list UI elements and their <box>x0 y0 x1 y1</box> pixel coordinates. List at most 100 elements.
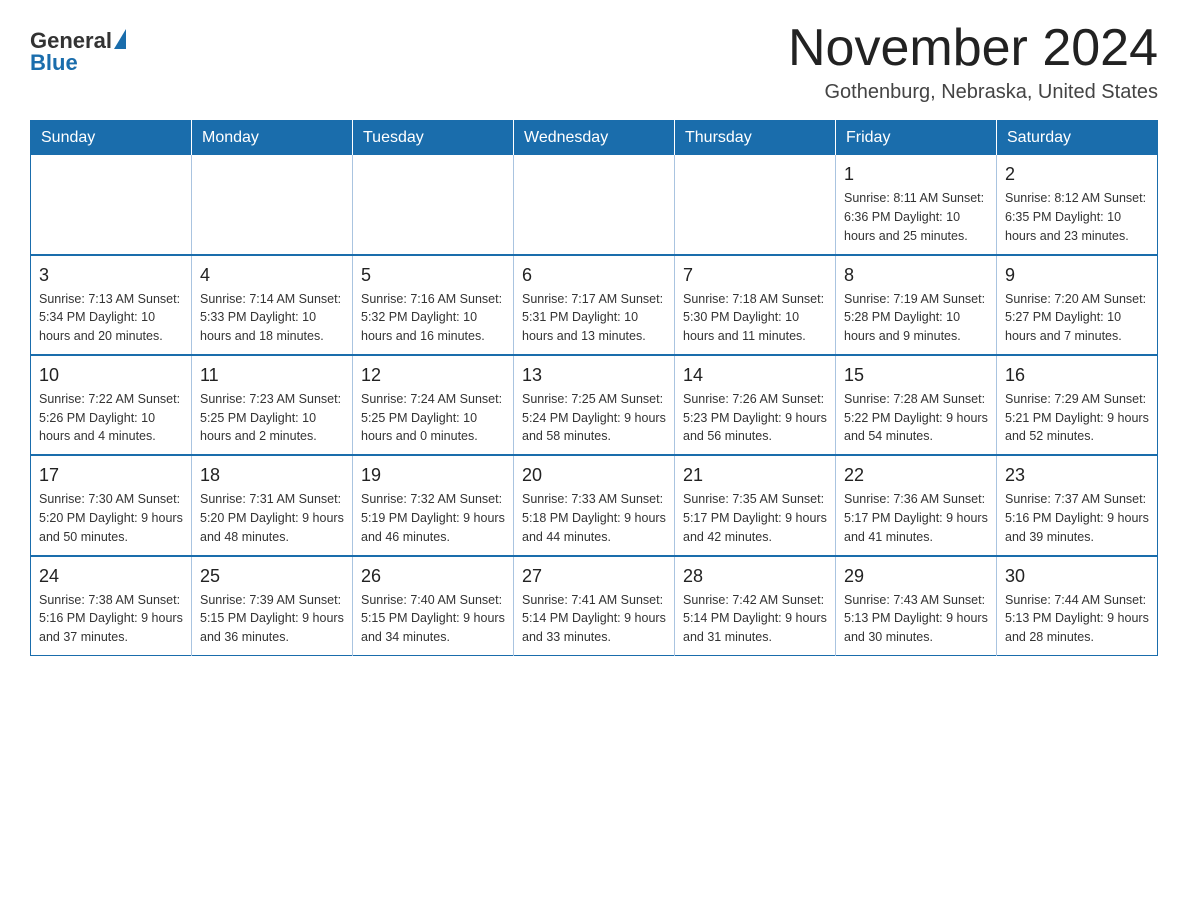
day-number: 7 <box>683 262 827 288</box>
day-info: Sunrise: 7:40 AM Sunset: 5:15 PM Dayligh… <box>361 591 505 647</box>
calendar-table: SundayMondayTuesdayWednesdayThursdayFrid… <box>30 120 1158 656</box>
day-info: Sunrise: 7:22 AM Sunset: 5:26 PM Dayligh… <box>39 390 183 446</box>
calendar-header-sunday: Sunday <box>31 121 192 156</box>
day-number: 2 <box>1005 161 1149 187</box>
day-info: Sunrise: 7:33 AM Sunset: 5:18 PM Dayligh… <box>522 490 666 546</box>
day-number: 30 <box>1005 563 1149 589</box>
calendar-week-row: 10Sunrise: 7:22 AM Sunset: 5:26 PM Dayli… <box>31 355 1158 455</box>
day-number: 23 <box>1005 462 1149 488</box>
day-info: Sunrise: 7:35 AM Sunset: 5:17 PM Dayligh… <box>683 490 827 546</box>
calendar-cell: 30Sunrise: 7:44 AM Sunset: 5:13 PM Dayli… <box>997 556 1158 656</box>
day-number: 24 <box>39 563 183 589</box>
day-info: Sunrise: 7:36 AM Sunset: 5:17 PM Dayligh… <box>844 490 988 546</box>
calendar-cell <box>514 155 675 254</box>
day-number: 11 <box>200 362 344 388</box>
calendar-cell: 3Sunrise: 7:13 AM Sunset: 5:34 PM Daylig… <box>31 255 192 355</box>
calendar-cell: 15Sunrise: 7:28 AM Sunset: 5:22 PM Dayli… <box>836 355 997 455</box>
calendar-cell <box>31 155 192 254</box>
calendar-cell: 13Sunrise: 7:25 AM Sunset: 5:24 PM Dayli… <box>514 355 675 455</box>
day-info: Sunrise: 7:31 AM Sunset: 5:20 PM Dayligh… <box>200 490 344 546</box>
day-info: Sunrise: 8:12 AM Sunset: 6:35 PM Dayligh… <box>1005 189 1149 245</box>
calendar-cell: 4Sunrise: 7:14 AM Sunset: 5:33 PM Daylig… <box>192 255 353 355</box>
page-header: General Blue November 2024 Gothenburg, N… <box>30 20 1158 104</box>
day-number: 13 <box>522 362 666 388</box>
day-number: 25 <box>200 563 344 589</box>
calendar-header-friday: Friday <box>836 121 997 156</box>
day-number: 12 <box>361 362 505 388</box>
day-number: 8 <box>844 262 988 288</box>
logo: General Blue <box>30 20 126 76</box>
day-info: Sunrise: 7:29 AM Sunset: 5:21 PM Dayligh… <box>1005 390 1149 446</box>
day-info: Sunrise: 7:19 AM Sunset: 5:28 PM Dayligh… <box>844 290 988 346</box>
day-info: Sunrise: 7:37 AM Sunset: 5:16 PM Dayligh… <box>1005 490 1149 546</box>
calendar-header-saturday: Saturday <box>997 121 1158 156</box>
calendar-cell: 11Sunrise: 7:23 AM Sunset: 5:25 PM Dayli… <box>192 355 353 455</box>
calendar-week-row: 1Sunrise: 8:11 AM Sunset: 6:36 PM Daylig… <box>31 155 1158 254</box>
day-number: 5 <box>361 262 505 288</box>
calendar-week-row: 24Sunrise: 7:38 AM Sunset: 5:16 PM Dayli… <box>31 556 1158 656</box>
day-number: 18 <box>200 462 344 488</box>
calendar-cell: 26Sunrise: 7:40 AM Sunset: 5:15 PM Dayli… <box>353 556 514 656</box>
calendar-cell: 16Sunrise: 7:29 AM Sunset: 5:21 PM Dayli… <box>997 355 1158 455</box>
day-number: 22 <box>844 462 988 488</box>
day-info: Sunrise: 7:44 AM Sunset: 5:13 PM Dayligh… <box>1005 591 1149 647</box>
calendar-cell: 12Sunrise: 7:24 AM Sunset: 5:25 PM Dayli… <box>353 355 514 455</box>
calendar-cell: 7Sunrise: 7:18 AM Sunset: 5:30 PM Daylig… <box>675 255 836 355</box>
day-info: Sunrise: 7:39 AM Sunset: 5:15 PM Dayligh… <box>200 591 344 647</box>
day-number: 16 <box>1005 362 1149 388</box>
day-info: Sunrise: 7:18 AM Sunset: 5:30 PM Dayligh… <box>683 290 827 346</box>
day-number: 29 <box>844 563 988 589</box>
calendar-cell: 22Sunrise: 7:36 AM Sunset: 5:17 PM Dayli… <box>836 455 997 555</box>
calendar-week-row: 3Sunrise: 7:13 AM Sunset: 5:34 PM Daylig… <box>31 255 1158 355</box>
calendar-cell: 24Sunrise: 7:38 AM Sunset: 5:16 PM Dayli… <box>31 556 192 656</box>
calendar-cell: 19Sunrise: 7:32 AM Sunset: 5:19 PM Dayli… <box>353 455 514 555</box>
calendar-cell: 17Sunrise: 7:30 AM Sunset: 5:20 PM Dayli… <box>31 455 192 555</box>
calendar-header-wednesday: Wednesday <box>514 121 675 156</box>
day-info: Sunrise: 7:38 AM Sunset: 5:16 PM Dayligh… <box>39 591 183 647</box>
day-number: 28 <box>683 563 827 589</box>
calendar-cell <box>192 155 353 254</box>
day-info: Sunrise: 7:28 AM Sunset: 5:22 PM Dayligh… <box>844 390 988 446</box>
calendar-cell: 14Sunrise: 7:26 AM Sunset: 5:23 PM Dayli… <box>675 355 836 455</box>
calendar-cell: 28Sunrise: 7:42 AM Sunset: 5:14 PM Dayli… <box>675 556 836 656</box>
calendar-cell: 20Sunrise: 7:33 AM Sunset: 5:18 PM Dayli… <box>514 455 675 555</box>
calendar-cell: 8Sunrise: 7:19 AM Sunset: 5:28 PM Daylig… <box>836 255 997 355</box>
day-info: Sunrise: 7:23 AM Sunset: 5:25 PM Dayligh… <box>200 390 344 446</box>
day-number: 10 <box>39 362 183 388</box>
day-number: 3 <box>39 262 183 288</box>
day-info: Sunrise: 7:24 AM Sunset: 5:25 PM Dayligh… <box>361 390 505 446</box>
day-info: Sunrise: 7:25 AM Sunset: 5:24 PM Dayligh… <box>522 390 666 446</box>
day-info: Sunrise: 8:11 AM Sunset: 6:36 PM Dayligh… <box>844 189 988 245</box>
calendar-cell: 9Sunrise: 7:20 AM Sunset: 5:27 PM Daylig… <box>997 255 1158 355</box>
day-info: Sunrise: 7:16 AM Sunset: 5:32 PM Dayligh… <box>361 290 505 346</box>
calendar-cell: 25Sunrise: 7:39 AM Sunset: 5:15 PM Dayli… <box>192 556 353 656</box>
logo-blue-text: Blue <box>30 50 126 76</box>
day-number: 9 <box>1005 262 1149 288</box>
day-info: Sunrise: 7:30 AM Sunset: 5:20 PM Dayligh… <box>39 490 183 546</box>
calendar-cell: 27Sunrise: 7:41 AM Sunset: 5:14 PM Dayli… <box>514 556 675 656</box>
calendar-header-thursday: Thursday <box>675 121 836 156</box>
day-number: 14 <box>683 362 827 388</box>
calendar-cell: 2Sunrise: 8:12 AM Sunset: 6:35 PM Daylig… <box>997 155 1158 254</box>
day-info: Sunrise: 7:17 AM Sunset: 5:31 PM Dayligh… <box>522 290 666 346</box>
calendar-cell: 5Sunrise: 7:16 AM Sunset: 5:32 PM Daylig… <box>353 255 514 355</box>
calendar-cell <box>675 155 836 254</box>
calendar-header-row: SundayMondayTuesdayWednesdayThursdayFrid… <box>31 121 1158 156</box>
day-info: Sunrise: 7:42 AM Sunset: 5:14 PM Dayligh… <box>683 591 827 647</box>
day-number: 15 <box>844 362 988 388</box>
month-title: November 2024 <box>788 20 1158 77</box>
calendar-cell: 18Sunrise: 7:31 AM Sunset: 5:20 PM Dayli… <box>192 455 353 555</box>
calendar-week-row: 17Sunrise: 7:30 AM Sunset: 5:20 PM Dayli… <box>31 455 1158 555</box>
day-number: 27 <box>522 563 666 589</box>
calendar-cell: 10Sunrise: 7:22 AM Sunset: 5:26 PM Dayli… <box>31 355 192 455</box>
day-info: Sunrise: 7:14 AM Sunset: 5:33 PM Dayligh… <box>200 290 344 346</box>
day-number: 1 <box>844 161 988 187</box>
day-number: 4 <box>200 262 344 288</box>
calendar-cell: 1Sunrise: 8:11 AM Sunset: 6:36 PM Daylig… <box>836 155 997 254</box>
day-number: 19 <box>361 462 505 488</box>
title-area: November 2024 Gothenburg, Nebraska, Unit… <box>788 20 1158 104</box>
day-number: 26 <box>361 563 505 589</box>
calendar-cell: 21Sunrise: 7:35 AM Sunset: 5:17 PM Dayli… <box>675 455 836 555</box>
day-info: Sunrise: 7:20 AM Sunset: 5:27 PM Dayligh… <box>1005 290 1149 346</box>
day-info: Sunrise: 7:43 AM Sunset: 5:13 PM Dayligh… <box>844 591 988 647</box>
